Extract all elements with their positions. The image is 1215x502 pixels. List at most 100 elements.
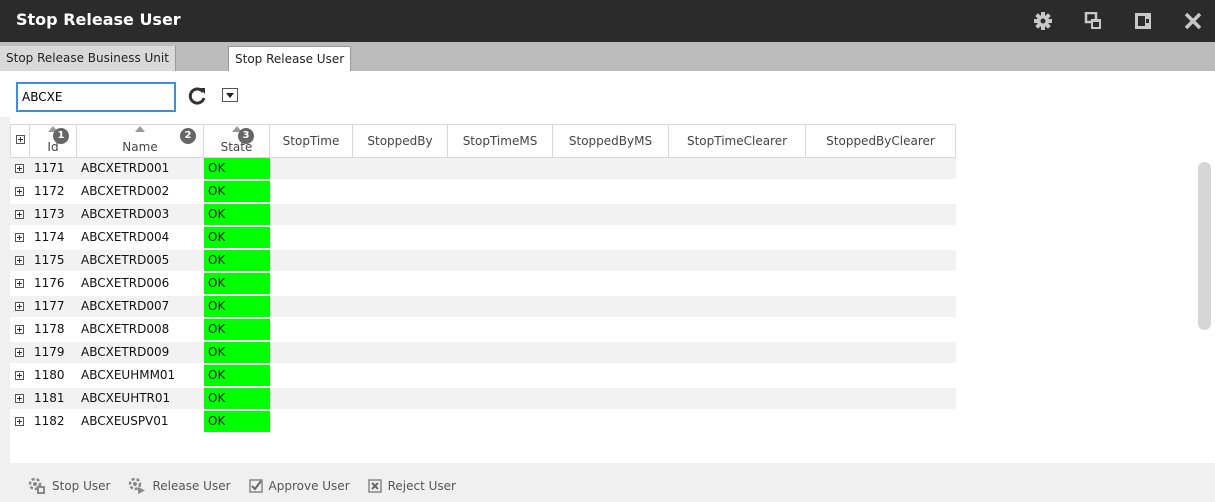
stop-user-button[interactable]: Stop User	[28, 477, 110, 495]
expand-row-icon[interactable]	[15, 164, 24, 173]
vertical-scrollbar[interactable]	[1198, 162, 1211, 330]
row-expand-cell[interactable]	[10, 319, 30, 340]
gear-icon[interactable]	[1031, 9, 1055, 33]
cell-name: ABCXETRD003	[77, 204, 204, 225]
expand-row-icon[interactable]	[15, 394, 24, 403]
close-icon[interactable]	[1181, 9, 1205, 33]
column-header-stoppedbyclearer[interactable]: StoppedByClearer	[806, 124, 956, 158]
expand-row-icon[interactable]	[15, 417, 24, 426]
table-row[interactable]: 1179 ABCXETRD009 OK	[10, 342, 956, 363]
expand-row-icon[interactable]	[15, 210, 24, 219]
cell-stoppedby	[353, 158, 448, 179]
cell-stoppedbyclearer	[806, 296, 956, 317]
tab-stop-release-user[interactable]: Stop Release User	[228, 46, 352, 71]
expand-row-icon[interactable]	[15, 187, 24, 196]
column-header-stoptime[interactable]: StopTime	[270, 124, 353, 158]
expand-row-icon[interactable]	[15, 348, 24, 357]
column-label-stoppedby: StoppedBy	[367, 134, 433, 148]
table-row[interactable]: 1176 ABCXETRD006 OK	[10, 273, 956, 294]
grid-body: 1171 ABCXETRD001 OK 1172 ABCXETRD002 OK 1173 AB…	[10, 158, 956, 434]
row-expand-cell[interactable]	[10, 158, 30, 179]
table-row[interactable]: 1172 ABCXETRD002 OK	[10, 181, 956, 202]
row-expand-cell[interactable]	[10, 227, 30, 248]
cell-name: ABCXETRD008	[81, 322, 170, 336]
table-row[interactable]: 1180 ABCXEUHMM01 OK	[10, 365, 956, 386]
cell-name: ABCXETRD006	[81, 276, 170, 290]
expand-all-header[interactable]	[10, 124, 30, 158]
cell-stoppedbyclearer	[806, 227, 956, 248]
table-row[interactable]: 1178 ABCXETRD008 OK	[10, 319, 956, 340]
cell-stoppedby	[353, 181, 448, 202]
column-header-id[interactable]: 1 Id	[30, 124, 77, 158]
expand-row-icon[interactable]	[15, 256, 24, 265]
column-header-stoppedby[interactable]: StoppedBy	[353, 124, 448, 158]
cell-stoppedby	[353, 296, 448, 317]
expand-row-icon[interactable]	[15, 279, 24, 288]
cell-stoppedby	[353, 250, 448, 271]
column-header-name[interactable]: 2 Name	[77, 124, 204, 158]
cell-stoppedbyms	[553, 319, 669, 340]
table-row[interactable]: 1177 ABCXETRD007 OK	[10, 296, 956, 317]
cell-stoppedby	[353, 227, 448, 248]
row-expand-cell[interactable]	[10, 365, 30, 386]
sort-order-badge: 3	[238, 128, 254, 144]
cell-id: 1177	[30, 296, 77, 317]
row-expand-cell[interactable]	[10, 250, 30, 271]
cell-stoptimeclearer	[669, 342, 806, 363]
row-expand-cell[interactable]	[10, 204, 30, 225]
cell-name: ABCXETRD004	[81, 230, 170, 244]
table-row[interactable]: 1182 ABCXEUSPV01 OK	[10, 411, 956, 432]
cell-state: OK	[204, 250, 270, 271]
cell-stoptime	[270, 411, 353, 432]
expand-row-icon[interactable]	[15, 302, 24, 311]
cell-stoptimems	[448, 250, 553, 271]
chevron-down-icon[interactable]	[222, 88, 238, 102]
refresh-icon[interactable]	[186, 85, 208, 107]
cell-stoptimems	[448, 227, 553, 248]
row-expand-cell[interactable]	[10, 388, 30, 409]
cell-stoppedbyclearer	[806, 204, 956, 225]
pin-icon[interactable]	[1131, 9, 1155, 33]
cell-state: OK	[204, 365, 270, 386]
row-expand-cell[interactable]	[10, 181, 30, 202]
expand-all-icon[interactable]	[15, 135, 25, 144]
cell-stoptime	[270, 158, 353, 179]
user-grid: 1 Id 2 Name 3 State StopTime StoppedBy S…	[10, 117, 1215, 463]
table-row[interactable]: 1173 ABCXETRD003 OK	[10, 204, 956, 225]
cell-name: ABCXETRD001	[77, 158, 204, 179]
cell-stoptime	[270, 388, 353, 409]
table-row[interactable]: 1174 ABCXETRD004 OK	[10, 227, 956, 248]
expand-row-icon[interactable]	[15, 233, 24, 242]
column-header-stoptimems[interactable]: StopTimeMS	[448, 124, 553, 158]
cell-name: ABCXEUHMM01	[81, 368, 176, 382]
search-input[interactable]	[16, 82, 176, 112]
row-expand-cell[interactable]	[10, 342, 30, 363]
table-row[interactable]: 1181 ABCXEUHTR01 OK	[10, 388, 956, 409]
table-row[interactable]: 1175 ABCXETRD005 OK	[10, 250, 956, 271]
table-row[interactable]: 1171 ABCXETRD001 OK	[10, 158, 956, 179]
cell-name: ABCXETRD007	[77, 296, 204, 317]
cell-stoptimeclearer	[669, 158, 806, 179]
cell-stoppedbyms	[553, 273, 669, 294]
cell-stoptime	[270, 342, 353, 363]
restore-icon[interactable]	[1081, 9, 1105, 33]
cell-stoppedby	[353, 342, 448, 363]
row-expand-cell[interactable]	[10, 411, 30, 432]
sort-asc-icon	[135, 126, 145, 132]
cell-state: OK	[204, 342, 270, 363]
expand-row-icon[interactable]	[15, 325, 24, 334]
sort-order-badge: 1	[53, 128, 69, 144]
expand-row-icon[interactable]	[15, 371, 24, 380]
tab-stop-release-business-unit[interactable]: Stop Release Business Unit	[0, 46, 176, 71]
release-user-button[interactable]: Release User	[128, 477, 231, 495]
reject-user-button[interactable]: Reject User	[367, 479, 456, 493]
row-expand-cell[interactable]	[10, 273, 30, 294]
cell-stoptime	[270, 227, 353, 248]
reject-x-icon	[367, 479, 382, 493]
approve-user-button[interactable]: Approve User	[248, 479, 350, 493]
release-user-label: Release User	[152, 479, 231, 493]
row-expand-cell[interactable]	[10, 296, 30, 317]
column-header-stoppedbyms[interactable]: StoppedByMS	[553, 124, 669, 158]
column-header-stoptimeclearer[interactable]: StopTimeClearer	[669, 124, 806, 158]
column-header-state[interactable]: 3 State	[204, 124, 270, 158]
